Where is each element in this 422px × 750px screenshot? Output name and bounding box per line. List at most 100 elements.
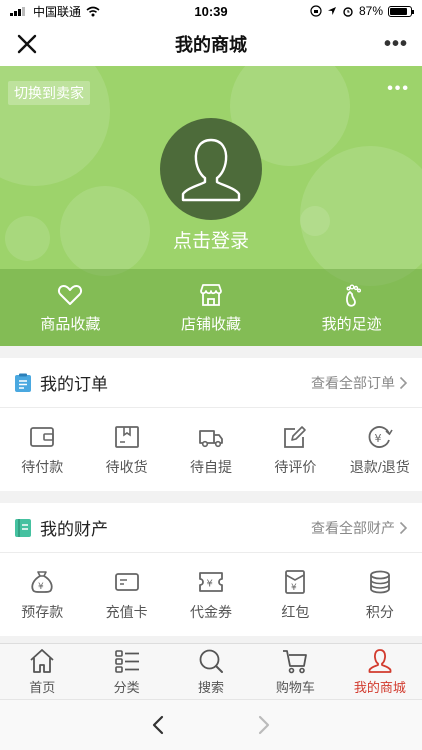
view-all-orders-label: 查看全部订单 [311,374,395,391]
voucher-icon: ¥ [199,571,223,592]
tab-label: 搜索 [198,680,225,695]
status-bar: 中国联通 10:39 87% [0,0,422,22]
store-icon [200,284,222,306]
order-pending-pickup[interactable]: 待自提 [169,408,253,491]
search-icon [199,649,224,673]
package-icon [114,425,139,448]
signal-icon [10,7,25,16]
page-title: 我的商城 [175,35,247,55]
asset-label: 积分 [365,603,394,620]
order-label: 待评价 [274,458,317,475]
battery-percent: 87% [358,4,383,18]
home-icon [30,649,54,673]
alarm-icon [343,7,353,17]
asset-points[interactable]: 积分 [338,553,422,636]
orders-header[interactable]: 我的订单 查看全部订单 [0,358,422,408]
view-all-assets-label: 查看全部财产 [311,519,395,536]
shortcut-label: 我的足迹 [321,316,382,333]
assets-title: 我的财产 [40,520,108,539]
forward-button[interactable] [249,710,279,740]
asset-deposit[interactable]: ¥ 预存款 [0,553,84,636]
chevron-left-icon [152,715,164,735]
asset-label: 红包 [281,603,310,620]
shortcut-footprints[interactable]: 我的足迹 [281,269,422,346]
asset-label: 预存款 [21,603,64,620]
orders-row: 待付款 待收货 待自提 待评价 ¥ 退款/退货 [0,408,422,491]
tab-cart[interactable]: 购物车 [253,644,337,699]
shortcut-favorite-stores[interactable]: 店铺收藏 [141,269,282,346]
status-right: 87% [310,4,414,18]
order-list-icon [15,373,31,392]
list-icon [114,650,139,673]
order-pending-review[interactable]: 待评价 [253,408,337,491]
lock-rotation-icon [310,5,322,17]
shortcut-label: 商品收藏 [40,316,101,333]
assets-card: 我的财产 查看全部财产 ¥ 预存款 充值卡 ¥ 代金券 ¥ 红包 积分 [0,503,422,636]
asset-label: 代金券 [190,603,233,620]
chevron-right-icon [399,521,408,534]
view-all-assets-link[interactable]: 查看全部财产 [311,518,408,538]
order-pending-payment[interactable]: 待付款 [0,408,84,491]
tab-label: 分类 [113,680,140,695]
truck-icon [199,429,223,447]
tab-label: 我的商城 [353,680,406,695]
asset-red-packet[interactable]: ¥ 红包 [253,553,337,636]
svg-text:¥: ¥ [374,432,381,445]
view-all-orders-link[interactable]: 查看全部订单 [311,373,408,393]
chevron-right-icon [399,376,408,389]
assets-header[interactable]: 我的财产 查看全部财产 [0,503,422,553]
red-packet-icon: ¥ [285,569,306,594]
edit-icon [284,425,307,448]
cart-icon [283,650,308,674]
browser-toolbar [0,699,422,750]
card-icon [114,572,139,591]
tab-bar: 首页 分类 搜索 购物车 我的商城 [0,643,422,699]
assets-row: ¥ 预存款 充值卡 ¥ 代金券 ¥ 红包 积分 [0,553,422,636]
tab-label: 购物车 [275,680,315,695]
shortcut-label: 店铺收藏 [181,316,242,333]
back-button[interactable] [143,710,173,740]
tab-label: 首页 [29,680,56,695]
coin-stack-icon [369,570,390,593]
shortcut-bar: 商品收藏 店铺收藏 我的足迹 [0,269,422,346]
order-label: 退款/退货 [349,458,410,475]
tab-search[interactable]: 搜索 [169,644,253,699]
svg-text:¥: ¥ [38,582,44,592]
asset-voucher[interactable]: ¥ 代金券 [169,553,253,636]
heart-icon [58,285,83,305]
location-icon [327,7,336,15]
battery-icon [388,5,414,17]
status-left: 中国联通 [10,3,100,20]
svg-text:¥: ¥ [291,583,297,593]
chevron-right-icon [258,715,270,735]
orders-title: 我的订单 [40,375,108,394]
nav-bar: 我的商城 ••• [0,22,422,66]
order-pending-receipt[interactable]: 待收货 [84,408,168,491]
profile-header: 切换到卖家 ••• 点击登录 商品收藏 店铺收藏 我的足迹 [0,66,422,346]
order-label: 待自提 [190,458,233,475]
footprint-icon [345,284,361,307]
asset-recharge-card[interactable]: 充值卡 [84,553,168,636]
tab-my-mall[interactable]: 我的商城 [338,644,422,699]
svg-text:¥: ¥ [207,578,213,589]
hero-more-button[interactable]: ••• [387,80,410,98]
more-menu-button[interactable]: ••• [384,32,408,56]
wifi-icon [86,6,100,16]
assets-book-icon [15,518,31,537]
tab-category[interactable]: 分类 [84,644,168,699]
order-refund[interactable]: ¥ 退款/退货 [338,408,422,491]
shortcut-favorite-goods[interactable]: 商品收藏 [0,269,141,346]
orders-card: 我的订单 查看全部订单 待付款 待收货 待自提 待评价 ¥ 退款/退货 [0,358,422,491]
switch-to-seller-button[interactable]: 切换到卖家 [8,81,90,105]
order-label: 待付款 [21,458,64,475]
money-bag-icon: ¥ [31,570,53,593]
user-silhouette-icon [181,138,241,202]
refund-icon: ¥ [368,425,393,448]
order-label: 待收货 [105,458,148,475]
tab-home[interactable]: 首页 [0,644,84,699]
user-icon [368,649,392,673]
wallet-icon [30,426,55,447]
login-link[interactable]: 点击登录 [0,226,422,253]
avatar[interactable] [160,118,262,220]
close-icon[interactable] [14,31,40,57]
